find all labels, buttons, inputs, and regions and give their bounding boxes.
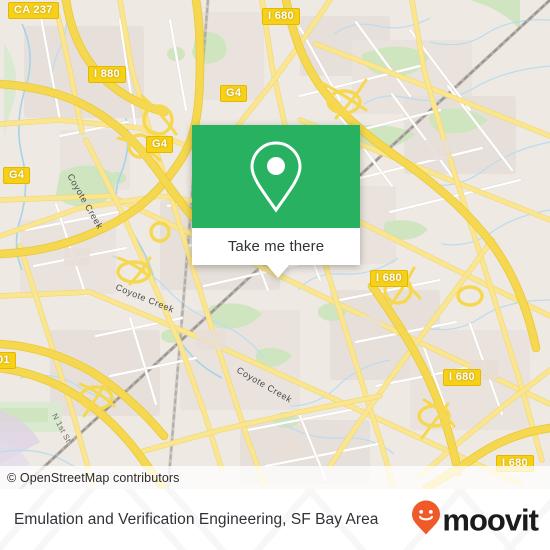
road-shield[interactable]: I 880 <box>88 66 126 83</box>
location-popup-card[interactable]: Take me there <box>192 125 360 278</box>
moovit-logo[interactable]: moovit <box>411 499 539 540</box>
road-shield[interactable]: G4 <box>146 136 174 153</box>
road-shield[interactable]: I 680 <box>262 8 300 25</box>
popup-tail-pointer <box>267 265 289 278</box>
road-shield[interactable]: I 680 <box>370 270 408 287</box>
map-attribution: © OpenStreetMap contributors <box>0 466 550 489</box>
page-title: Emulation and Verification Engineering, … <box>14 510 379 528</box>
take-me-there-label: Take me there <box>227 238 325 255</box>
moovit-wordmark: moovit <box>442 502 539 537</box>
attribution-text[interactable]: © OpenStreetMap contributors <box>0 471 180 485</box>
road-shield[interactable]: I 680 <box>443 369 481 386</box>
take-me-there-button[interactable]: Take me there <box>192 228 360 265</box>
location-pin-icon <box>247 139 305 215</box>
map-canvas[interactable]: .base{fill:#efe9e3;} .blk{fill:#e7e0da;}… <box>0 0 550 489</box>
road-shield[interactable]: 01 <box>0 352 16 369</box>
road-shield[interactable]: G4 <box>3 167 31 184</box>
footer-bar: Emulation and Verification Engineering, … <box>0 489 550 550</box>
map-screenshot: .base{fill:#efe9e3;} .blk{fill:#e7e0da;}… <box>0 0 550 550</box>
road-shield[interactable]: G4 <box>220 85 248 102</box>
popup-header <box>192 125 360 228</box>
road-shield[interactable]: CA 237 <box>8 2 59 19</box>
moovit-smiley-pin-icon <box>411 499 441 540</box>
